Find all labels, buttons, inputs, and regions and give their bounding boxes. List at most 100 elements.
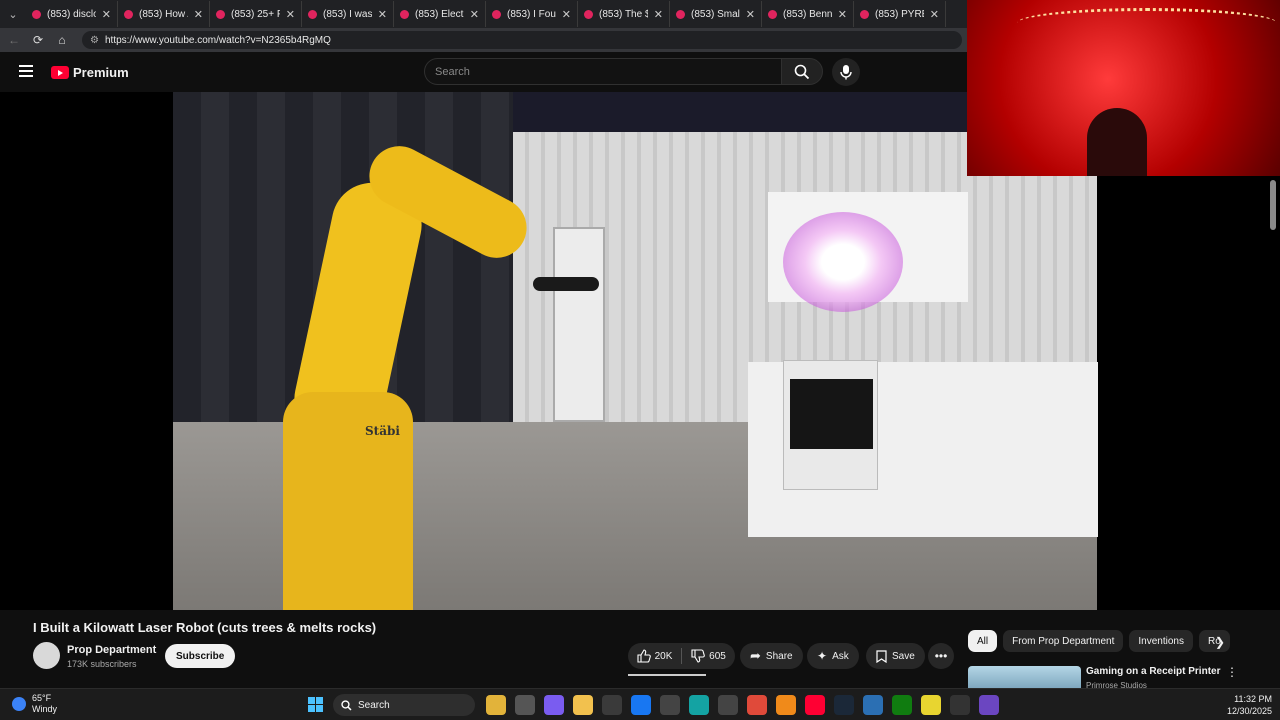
record-icon[interactable] — [979, 695, 999, 715]
amazon-icon[interactable] — [660, 695, 680, 715]
vlc-icon[interactable] — [776, 695, 796, 715]
steam-icon[interactable] — [834, 695, 854, 715]
browser-tab[interactable]: (853) How AI is ✕ — [118, 1, 210, 27]
door — [553, 227, 605, 422]
close-tab-icon[interactable]: ✕ — [654, 8, 663, 21]
more-icon: ••• — [934, 649, 948, 663]
subscribe-button[interactable]: Subscribe — [165, 644, 236, 668]
windows-taskbar: 65°F Windy Search 11:32 PM 12/30/2025 — [0, 688, 1280, 720]
dislike-button[interactable]: 605 — [682, 649, 735, 663]
facebook-icon[interactable] — [631, 695, 651, 715]
share-button[interactable]: ➦ Share — [740, 643, 803, 669]
taskbar-search-label: Search — [358, 699, 390, 711]
browser-tab[interactable]: (853) Benn Jord ✕ — [762, 1, 854, 27]
browser-tab[interactable]: (853) disclosure ✕ — [26, 1, 118, 27]
thumbs-down-icon — [691, 649, 705, 663]
browser-tab[interactable]: (853) I was righ ✕ — [302, 1, 394, 27]
menu-icon[interactable] — [19, 65, 33, 80]
xbox-icon[interactable] — [892, 695, 912, 715]
copilot-icon[interactable] — [544, 695, 564, 715]
channel-avatar[interactable] — [33, 642, 60, 669]
page-scrollbar[interactable] — [1268, 176, 1278, 686]
like-button[interactable]: 20K — [628, 649, 681, 663]
filter-chip[interactable]: From Prop Department — [1003, 630, 1124, 652]
close-tab-icon[interactable]: ✕ — [838, 8, 847, 21]
bookmark-icon — [876, 649, 887, 663]
youtube-icon[interactable] — [805, 695, 825, 715]
video-thumbnail[interactable] — [968, 666, 1081, 688]
close-tab-icon[interactable]: ✕ — [102, 8, 111, 21]
obs-icon[interactable] — [950, 695, 970, 715]
edge-icon[interactable] — [689, 695, 709, 715]
tab-title: (853) I Found O — [507, 8, 556, 20]
site-info-icon[interactable]: ⚙ — [90, 35, 99, 46]
channel-name[interactable]: Prop Department — [67, 644, 156, 656]
system-clock[interactable]: 11:32 PM 12/30/2025 — [1210, 693, 1272, 717]
url-field[interactable]: ⚙ https://www.youtube.com/watch?v=N2365b… — [82, 31, 962, 49]
kebab-menu-icon[interactable]: ⋮ — [1226, 665, 1238, 679]
weather-icon — [12, 697, 26, 711]
browser-tab[interactable]: (853) I Found O ✕ — [486, 1, 578, 27]
filter-chip[interactable]: Inventions — [1129, 630, 1193, 652]
weather-condition: Windy — [32, 704, 58, 714]
reload-icon[interactable]: ⟳ — [30, 32, 46, 48]
calculator-icon[interactable] — [718, 695, 738, 715]
search-input[interactable]: Search — [424, 58, 782, 85]
folder-icon[interactable] — [573, 695, 593, 715]
save-button[interactable]: Save — [866, 643, 925, 669]
close-tab-icon[interactable]: ✕ — [746, 8, 755, 21]
tab-title: (853) Small plu — [691, 8, 740, 20]
tab-title: (853) 25+ Food — [231, 8, 280, 20]
app-icon[interactable] — [863, 695, 883, 715]
chevron-right-icon[interactable]: ❯ — [1210, 632, 1230, 652]
share-label: Share — [765, 650, 793, 662]
youtube-favicon-icon — [860, 9, 869, 19]
close-tab-icon[interactable]: ✕ — [562, 8, 571, 21]
clock-time: 11:32 PM — [1234, 694, 1272, 704]
file-explorer-icon[interactable] — [486, 695, 506, 715]
recommended-video[interactable]: Gaming on a Receipt Printer Primrose Stu… — [968, 663, 1268, 690]
close-tab-icon[interactable]: ✕ — [194, 8, 203, 21]
temperature: 65°F — [32, 693, 52, 703]
youtube-logo[interactable]: Premium — [51, 65, 129, 80]
recommended-title[interactable]: Gaming on a Receipt Printer — [1086, 666, 1220, 677]
close-tab-icon[interactable]: ✕ — [930, 8, 939, 21]
oven-window — [790, 379, 873, 449]
weather-widget[interactable]: 65°F Windy — [12, 693, 57, 715]
voice-search-button[interactable] — [832, 58, 860, 86]
close-tab-icon[interactable]: ✕ — [378, 8, 387, 21]
tab-title: (853) Benn Jord — [783, 8, 832, 20]
tab-title: (853) disclosure — [47, 8, 96, 20]
store-icon[interactable] — [602, 695, 622, 715]
like-count: 20K — [654, 650, 673, 662]
back-icon[interactable]: ← — [6, 32, 22, 48]
tab-title: (853) PYREX vs — [875, 8, 924, 20]
scrollbar-thumb[interactable] — [1270, 180, 1276, 230]
youtube-favicon-icon — [400, 9, 409, 19]
home-icon[interactable]: ⌂ — [54, 32, 70, 48]
browser-tab[interactable]: (853) ElectroBO ✕ — [394, 1, 486, 27]
browser-tab[interactable]: (853) PYREX vs ✕ — [854, 1, 946, 27]
filter-chip[interactable]: All — [968, 630, 998, 652]
video-frame: Stäbi — [173, 92, 1098, 610]
chrome-icon[interactable] — [747, 695, 767, 715]
clock-date: 12/30/2025 — [1226, 706, 1272, 716]
windows-start-icon[interactable] — [308, 697, 323, 712]
task-view-icon[interactable] — [515, 695, 535, 715]
browser-tab[interactable]: (853) The $15 S ✕ — [578, 1, 670, 27]
ask-button[interactable]: ✦ Ask — [807, 643, 859, 669]
tab-list-chevron-icon[interactable]: ⌄ — [0, 0, 26, 28]
taskbar-search[interactable]: Search — [333, 694, 475, 716]
close-tab-icon[interactable]: ✕ — [470, 8, 479, 21]
search-button[interactable] — [781, 58, 823, 85]
like-dislike-group: 20K 605 — [628, 643, 735, 669]
more-actions-button[interactable]: ••• — [928, 643, 954, 669]
microphone-icon — [840, 65, 852, 80]
stove — [783, 360, 878, 490]
laser-glow — [783, 212, 903, 312]
close-tab-icon[interactable]: ✕ — [286, 8, 295, 21]
notes-icon[interactable] — [921, 695, 941, 715]
browser-tab[interactable]: (853) Small plu ✕ — [670, 1, 762, 27]
browser-tab[interactable]: (853) 25+ Food ✕ — [210, 1, 302, 27]
thumbs-up-icon — [637, 649, 651, 663]
